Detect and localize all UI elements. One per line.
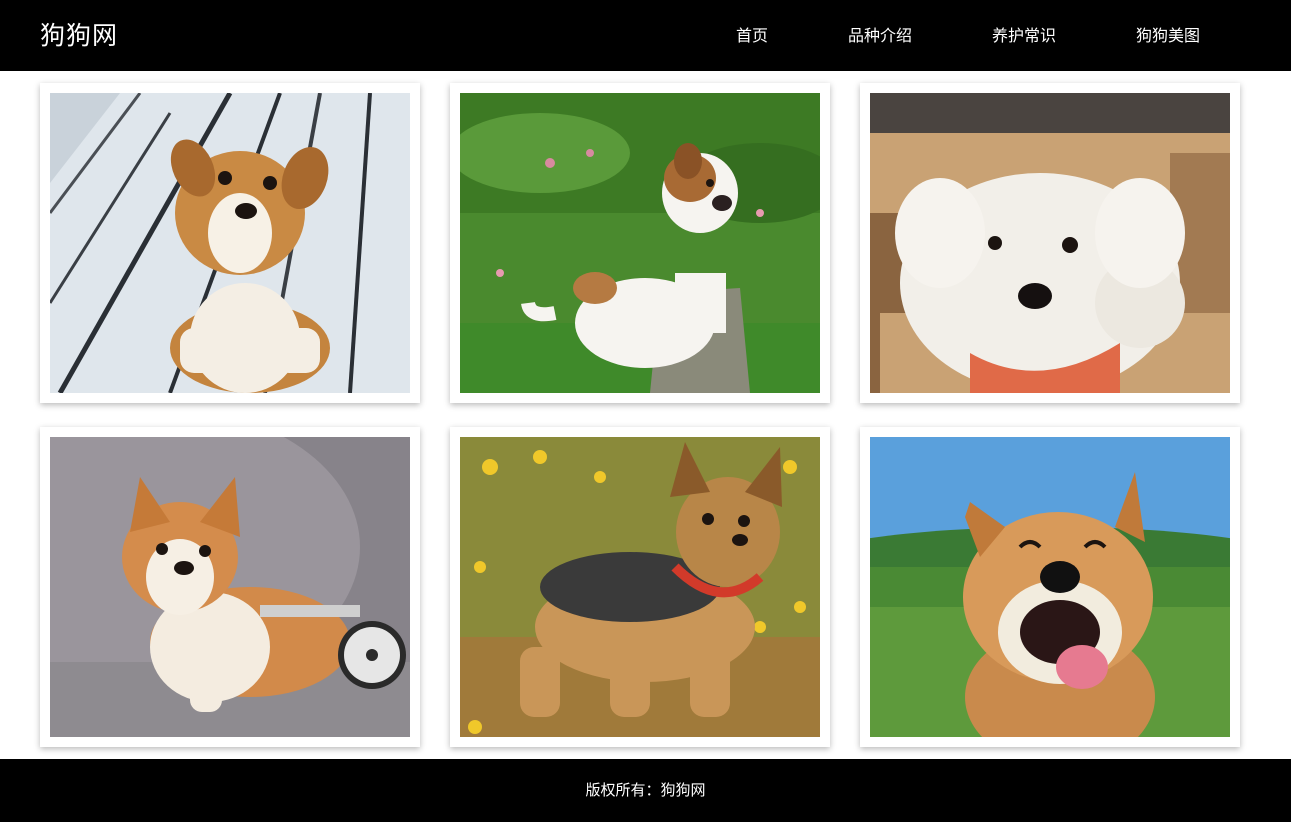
site-logo[interactable]: 狗狗网 bbox=[40, 18, 118, 54]
puppy-image bbox=[460, 93, 820, 393]
photo-card[interactable] bbox=[450, 83, 830, 403]
dog-photo-yorkie[interactable] bbox=[460, 437, 820, 737]
puppy-image bbox=[50, 93, 410, 393]
photo-card[interactable] bbox=[860, 427, 1240, 747]
bichon-image bbox=[870, 93, 1230, 393]
dog-photo-puppy-on-grass[interactable] bbox=[460, 93, 820, 393]
nav-item-gallery[interactable]: 狗狗美图 bbox=[1136, 24, 1200, 48]
shiba-image bbox=[870, 437, 1230, 737]
nav-item-home[interactable]: 首页 bbox=[736, 24, 768, 48]
photo-gallery bbox=[0, 71, 1291, 759]
corgi-image bbox=[50, 437, 410, 737]
site-footer: 版权所有：狗狗网 bbox=[0, 759, 1291, 822]
copyright-text: 版权所有：狗狗网 bbox=[585, 781, 706, 799]
photo-card[interactable] bbox=[860, 83, 1240, 403]
site-header: 狗狗网 首页 品种介绍 养护常识 狗狗美图 bbox=[0, 0, 1291, 71]
photo-card[interactable] bbox=[40, 83, 420, 403]
yorkie-image bbox=[460, 437, 820, 737]
photo-card[interactable] bbox=[450, 427, 830, 747]
dog-photo-bichon[interactable] bbox=[870, 93, 1230, 393]
dog-photo-shiba[interactable] bbox=[870, 437, 1230, 737]
dog-photo-puppy-on-deck[interactable] bbox=[50, 93, 410, 393]
photo-card[interactable] bbox=[40, 427, 420, 747]
dog-photo-corgi-wheelchair[interactable] bbox=[50, 437, 410, 737]
nav-item-care[interactable]: 养护常识 bbox=[992, 24, 1056, 48]
nav-item-breeds[interactable]: 品种介绍 bbox=[848, 24, 912, 48]
